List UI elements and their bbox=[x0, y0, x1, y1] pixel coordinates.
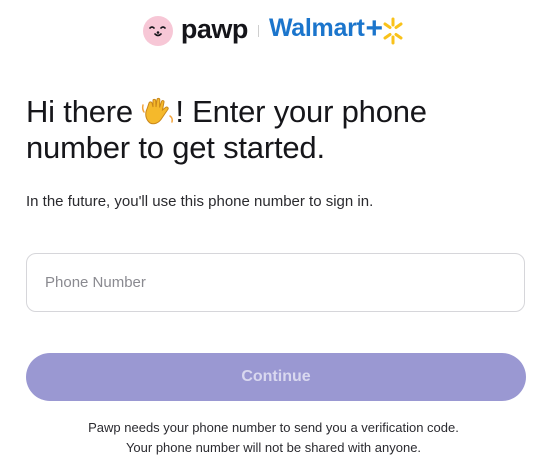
walmart-wordmark: Walmart bbox=[268, 13, 365, 42]
phone-number-field[interactable] bbox=[26, 253, 525, 312]
headline-greeting: Hi there bbox=[26, 94, 142, 129]
page-title: Hi there ! Enter your phone number to ge… bbox=[26, 94, 526, 166]
notice-line-verification: Pawp needs your phone number to send you… bbox=[88, 420, 459, 435]
privacy-notice: Pawp needs your phone number to send you… bbox=[0, 418, 547, 458]
walmart-plus-logo: Walmart + bbox=[268, 13, 404, 46]
pawp-face-icon bbox=[142, 16, 173, 46]
waving-hand-icon bbox=[142, 97, 174, 125]
walmart-spark-icon bbox=[383, 17, 403, 45]
pawp-wordmark: pawp bbox=[180, 13, 249, 44]
notice-line-privacy: Your phone number will not be shared wit… bbox=[125, 440, 422, 455]
brand-header: pawp Walmart + bbox=[0, 8, 547, 54]
phone-number-input[interactable] bbox=[27, 254, 524, 311]
pawp-logo: pawp bbox=[142, 13, 249, 46]
continue-button[interactable]: Continue bbox=[26, 353, 526, 401]
sign-in-hint: In the future, you'll use this phone num… bbox=[26, 193, 374, 210]
brand-divider bbox=[257, 25, 259, 37]
